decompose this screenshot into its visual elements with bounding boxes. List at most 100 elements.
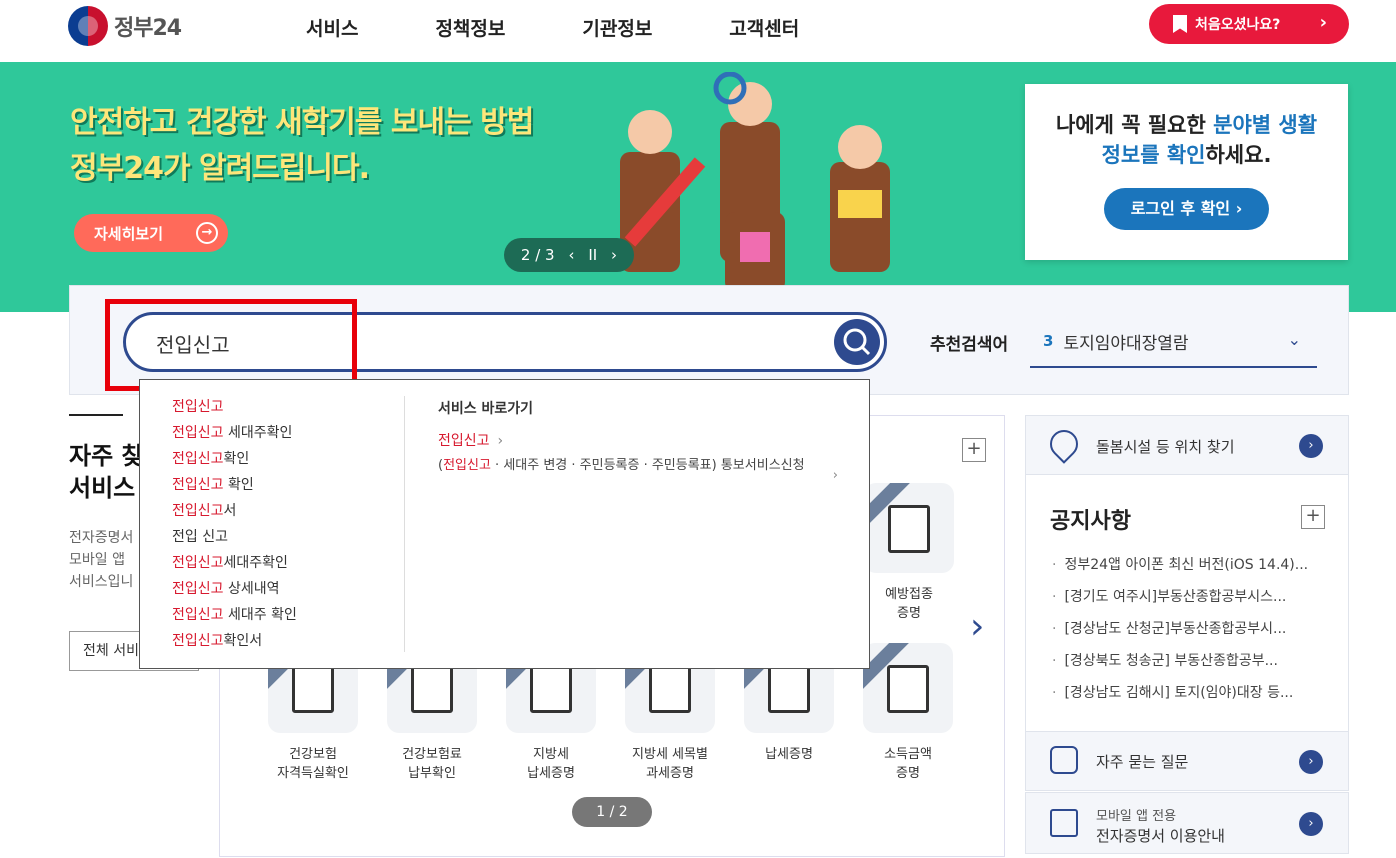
service-card[interactable]: 예방접종 증명 xyxy=(854,483,964,623)
care-facility-label: 돌봄시설 등 위치 찾기 xyxy=(1096,438,1235,456)
detail-button[interactable]: 자세히보기 → xyxy=(74,214,228,252)
suggestion-list: 전입신고 전입신고 세대주확인 전입신고확인 전입신고 확인 전입신고서 전입 … xyxy=(172,394,297,654)
services-next-arrow[interactable]: › xyxy=(970,606,984,647)
arrow-right-circle-icon: → xyxy=(196,222,218,244)
chevron-right-icon: › xyxy=(1299,750,1323,774)
students-illustration xyxy=(620,72,890,292)
frequent-services-desc: 전자증명서 모바일 앱 서비스입니 xyxy=(69,527,133,593)
service-shortcut-label: 전입신고 xyxy=(438,433,490,449)
recommended-keyword-select[interactable]: 3 토지임야대장열람 ⌄ xyxy=(1030,316,1317,368)
care-facility-finder[interactable]: 돌봄시설 등 위치 찾기 › xyxy=(1025,415,1349,475)
service-label: 예방접종 증명 xyxy=(885,587,933,621)
mobile-certificate-icon xyxy=(1050,809,1078,837)
hero-banner: 안전하고 건강한 새학기를 보내는 방법 정부24가 알려드립니다. 자세히보기… xyxy=(0,62,1396,312)
slide-indicator: 2 / 3 xyxy=(520,246,555,264)
chevron-right-icon: › xyxy=(1299,812,1323,836)
frequent-services-title: 자주 찾 서비스 xyxy=(69,440,144,504)
chat-bubbles-icon xyxy=(1050,746,1078,774)
banner-title-line1: 안전하고 건강한 새학기를 보내는 방법 xyxy=(70,105,534,140)
main-nav: 서비스 정책정보 기관정보 고객센터 xyxy=(306,14,876,41)
dropdown-divider xyxy=(404,396,405,652)
logo-text: 정부24 xyxy=(114,16,182,41)
mobile-certificate-guide[interactable]: 모바일 앱 전용 전자증명서 이용안내 › xyxy=(1025,792,1349,854)
notice-panel: 공지사항 + 정부24앱 아이폰 최신 버전(iOS 14.4)... [경기도… xyxy=(1025,474,1349,732)
search-icon xyxy=(843,328,871,356)
chevron-right-icon: › xyxy=(497,433,504,449)
frequent-title-line2: 서비스 xyxy=(69,474,136,502)
nav-agency-info[interactable]: 기관정보 xyxy=(582,14,652,41)
service-shortcut-title: 서비스 바로가기 xyxy=(438,401,534,417)
service-label: 건강보험료 납부확인 xyxy=(402,747,462,781)
suggestion-item[interactable]: 전입신고 상세내역 xyxy=(172,576,297,602)
mobile-guide-line1: 모바일 앱 전용 xyxy=(1096,809,1177,824)
service-label: 납세증명 xyxy=(765,747,813,762)
notice-list: 정부24앱 아이폰 최신 버전(iOS 14.4)... [경기도 여주시]부동… xyxy=(1052,555,1322,715)
suggestion-item[interactable]: 전입신고서 xyxy=(172,498,297,524)
chevron-right-icon: › xyxy=(1319,12,1327,33)
chevron-right-icon: › xyxy=(832,468,838,483)
service-shortcut-link[interactable]: 전입신고 › xyxy=(438,430,503,450)
next-slide-button[interactable]: › xyxy=(611,246,617,264)
nav-customer-center[interactable]: 고객센터 xyxy=(729,14,799,41)
header: 정부24 서비스 정책정보 기관정보 고객센터 처음오셨나요? › xyxy=(0,0,1396,62)
suggestion-item[interactable]: 전입신고 xyxy=(172,394,297,420)
services-pager: 1 / 2 xyxy=(572,797,652,827)
suggestion-item[interactable]: 전입신고 확인 xyxy=(172,472,297,498)
login-message: 나에게 꼭 필요한 분야별 생활 정보를 확인하세요. xyxy=(1025,110,1348,170)
service-label: 지방세 세목별 과세증명 xyxy=(632,747,708,781)
search-button[interactable] xyxy=(834,319,880,365)
first-visit-button[interactable]: 처음오셨나요? › xyxy=(1149,4,1349,44)
faq-label: 자주 묻는 질문 xyxy=(1096,753,1189,771)
login-prompt-card: 나에게 꼭 필요한 분야별 생활 정보를 확인하세요. 로그인 후 확인 › xyxy=(1025,84,1348,260)
database-document-icon xyxy=(863,643,953,733)
suggestion-item[interactable]: 전입신고세대주확인 xyxy=(172,550,297,576)
logo[interactable]: 정부24 xyxy=(68,6,182,46)
desc-line: 서비스입니 xyxy=(69,574,134,590)
login-msg-prefix: 나에게 꼭 필요한 xyxy=(1055,113,1214,137)
service-shortcut-link[interactable]: (전입신고 · 세대주 변경 · 주민등록증 · 주민등록표) 통보서비스신청 … xyxy=(438,456,838,483)
notice-item[interactable]: [경상남도 김해시] 토지(임야)대장 등... xyxy=(1052,683,1322,715)
notice-item[interactable]: 정부24앱 아이폰 최신 버전(iOS 14.4)... xyxy=(1052,555,1322,587)
login-check-button[interactable]: 로그인 후 확인 › xyxy=(1104,188,1269,230)
more-services-button[interactable]: + xyxy=(962,438,986,462)
recommended-keyword: 토지임야대장열람 xyxy=(1063,333,1189,354)
frequent-title-line1: 자주 찾 xyxy=(69,442,144,470)
autocomplete-dropdown: 전입신고 전입신고 세대주확인 전입신고확인 전입신고 확인 전입신고서 전입 … xyxy=(139,379,870,669)
slide-controls: 2 / 3 ‹ II › xyxy=(504,238,634,272)
service-label: 지방세 납세증명 xyxy=(527,747,575,781)
section-accent-line xyxy=(69,414,123,416)
desc-line: 모바일 앱 xyxy=(69,552,125,568)
prev-slide-button[interactable]: ‹ xyxy=(568,246,574,264)
notice-title: 공지사항 xyxy=(1050,509,1131,534)
service-label: 소득금액 증명 xyxy=(884,747,932,781)
first-visit-label: 처음오셨나요? xyxy=(1195,17,1281,33)
banner-title: 안전하고 건강한 새학기를 보내는 방법 정부24가 알려드립니다. xyxy=(70,100,534,192)
bookmark-star-icon xyxy=(1173,15,1187,33)
notice-item[interactable]: [경상남도 산청군]부동산종합공부시... xyxy=(1052,619,1322,651)
more-notices-button[interactable]: + xyxy=(1301,505,1325,529)
nav-policy-info[interactable]: 정책정보 xyxy=(435,14,505,41)
pause-slide-button[interactable]: II xyxy=(588,246,597,264)
chevron-right-icon: › xyxy=(1299,434,1323,458)
suggestion-item[interactable]: 전입신고확인 xyxy=(172,446,297,472)
mobile-guide-line2: 전자증명서 이용안내 xyxy=(1096,827,1225,845)
recommended-keywords-label: 추천검색어 xyxy=(930,335,1009,355)
taegeuk-logo-icon xyxy=(68,6,108,46)
suggestion-item[interactable]: 전입신고 세대주 확인 xyxy=(172,602,297,628)
login-msg-highlight1: 분야별 생활 xyxy=(1213,113,1318,137)
detail-button-label: 자세히보기 xyxy=(94,224,164,243)
notice-item[interactable]: [경기도 여주시]부동산종합공부시스... xyxy=(1052,587,1322,619)
suggestion-item[interactable]: 전입 신고 xyxy=(172,524,297,550)
login-msg-suffix: 하세요. xyxy=(1205,143,1272,167)
annotation-highlight-box xyxy=(105,299,357,391)
nav-services[interactable]: 서비스 xyxy=(306,14,358,41)
suggestion-item[interactable]: 전입신고 세대주확인 xyxy=(172,420,297,446)
vaccine-certificate-icon xyxy=(864,483,954,573)
banner-title-line2: 정부24가 알려드립니다. xyxy=(70,151,370,186)
location-pin-icon xyxy=(1044,424,1084,464)
recommended-rank: 3 xyxy=(1043,332,1054,350)
faq-link[interactable]: 자주 묻는 질문 › xyxy=(1025,731,1349,791)
suggestion-item[interactable]: 전입신고확인서 xyxy=(172,628,297,654)
notice-item[interactable]: [경상북도 청송군] 부동산종합공부... xyxy=(1052,651,1322,683)
desc-line: 전자증명서 xyxy=(69,530,134,546)
